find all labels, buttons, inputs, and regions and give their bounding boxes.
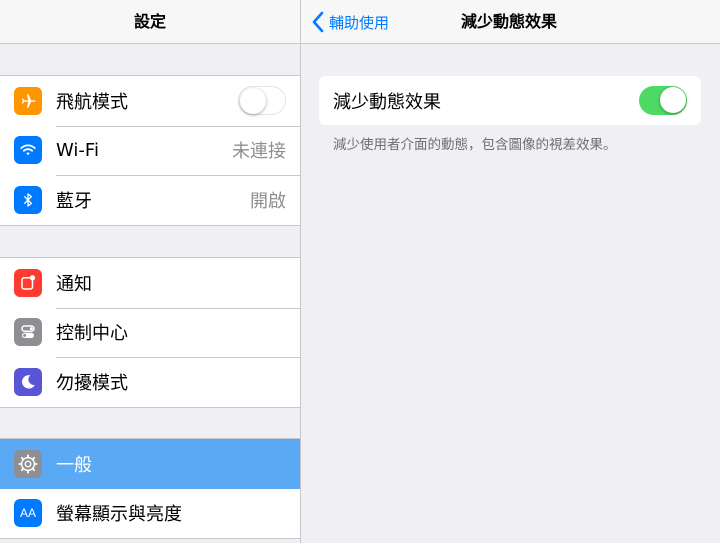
settings-row-label: 藍牙	[56, 190, 92, 212]
settings-group-general: 一般 AA 螢幕顯示與亮度	[0, 438, 300, 539]
back-button-label: 輔助使用	[329, 13, 390, 32]
display-brightness-icon: AA	[14, 499, 42, 528]
bluetooth-icon	[14, 185, 42, 214]
reduce-motion-setting-row: 減少動態效果	[319, 76, 701, 125]
settings-row-do-not-disturb[interactable]: 勿擾模式	[0, 357, 300, 407]
settings-row-label: 飛航模式	[56, 91, 128, 113]
bluetooth-status-value: 開啟	[250, 190, 286, 212]
moon-icon	[14, 367, 42, 396]
settings-row-display-brightness[interactable]: AA 螢幕顯示與亮度	[0, 489, 300, 539]
master-navbar: 設定	[0, 0, 300, 44]
reduce-motion-label: 減少動態效果	[333, 91, 441, 113]
settings-row-control-center[interactable]: 控制中心	[0, 307, 300, 358]
control-center-icon	[14, 318, 42, 347]
settings-row-label: 勿擾模式	[56, 372, 128, 394]
master-title: 設定	[133, 12, 166, 31]
chevron-left-icon	[312, 11, 324, 33]
gear-icon	[14, 449, 42, 478]
detail-navbar: 輔助使用 減少動態效果	[301, 0, 720, 44]
settings-row-label: 通知	[56, 273, 92, 295]
wifi-status-value: 未連接	[232, 141, 286, 163]
settings-row-label: Wi-Fi	[56, 139, 99, 161]
settings-row-label: 一般	[56, 454, 92, 476]
settings-row-wifi[interactable]: Wi-Fi 未連接	[0, 125, 300, 176]
notifications-icon	[14, 268, 42, 297]
wifi-icon	[14, 136, 42, 165]
settings-group-system: 通知 控制中心 勿擾模式	[0, 257, 300, 408]
settings-group-connectivity: 飛航模式 Wi-Fi 未連接 藍牙 開啟	[0, 75, 300, 226]
airplane-icon	[14, 86, 42, 115]
detail-title: 減少動態效果	[461, 12, 558, 31]
settings-row-notifications[interactable]: 通知	[0, 258, 300, 308]
settings-row-label: 螢幕顯示與亮度	[56, 504, 182, 526]
settings-row-general[interactable]: 一般	[0, 439, 300, 489]
settings-row-bluetooth[interactable]: 藍牙 開啟	[0, 175, 300, 225]
reduce-motion-toggle[interactable]	[639, 86, 687, 115]
settings-master-pane: 設定 飛航模式 Wi-Fi 未連接 藍牙 開啟 通知 控制中心 勿擾模式 一般 …	[0, 0, 300, 543]
toggle-knob	[239, 87, 266, 114]
toggle-knob	[659, 87, 686, 113]
settings-row-label: 控制中心	[56, 323, 128, 345]
settings-detail-pane: 輔助使用 減少動態效果 減少動態效果 減少使用者介面的動態，包含圖像的視差效果。	[301, 0, 720, 543]
reduce-motion-footnote: 減少使用者介面的動態，包含圖像的視差效果。	[333, 137, 617, 153]
back-button[interactable]: 輔助使用	[311, 0, 389, 44]
settings-row-airplane-mode[interactable]: 飛航模式	[0, 76, 300, 126]
airplane-mode-toggle[interactable]	[238, 86, 286, 116]
